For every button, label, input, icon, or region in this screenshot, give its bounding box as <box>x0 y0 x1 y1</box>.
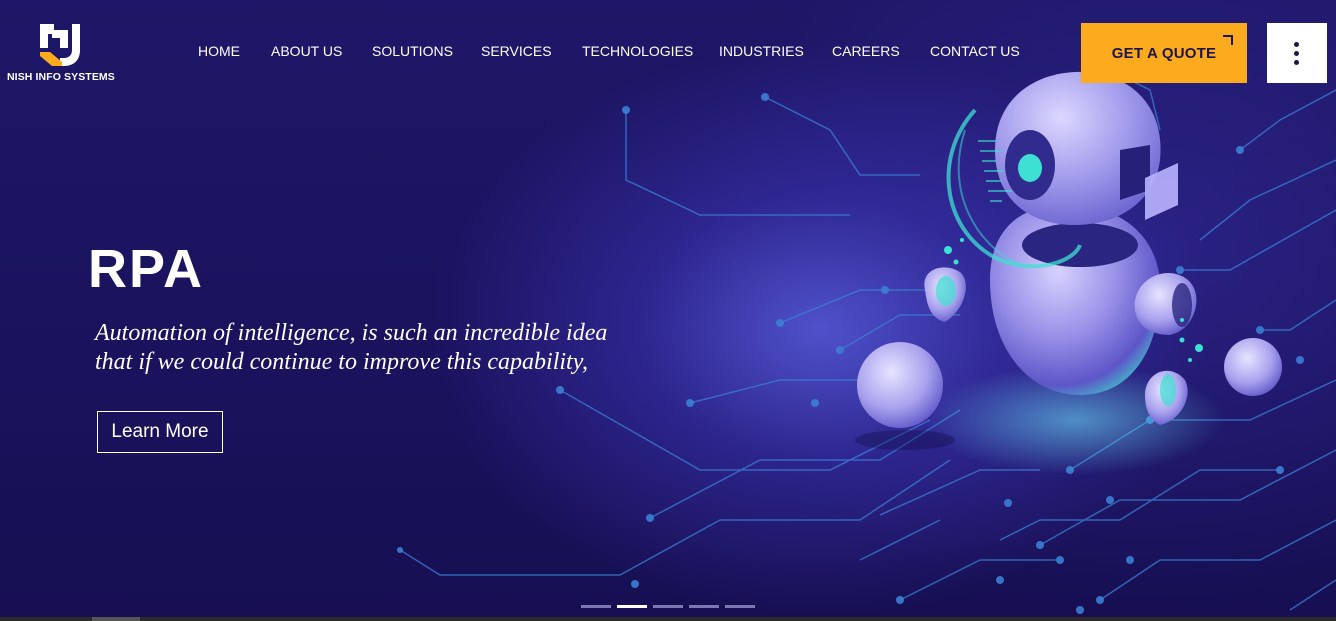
slide-title: RPA <box>88 239 205 299</box>
nav-solutions[interactable]: SOLUTIONS <box>372 43 453 59</box>
nav-careers[interactable]: CAREERS <box>832 43 900 59</box>
learn-more-button[interactable]: Learn More <box>97 411 223 453</box>
robot-illustration <box>397 59 1336 614</box>
get-a-quote-label: GET A QUOTE <box>1111 44 1217 62</box>
slider-dot-1[interactable] <box>581 605 611 608</box>
slider-dot-3[interactable] <box>653 605 683 608</box>
slide-description-line-1: Automation of intelligence, is such an i… <box>95 320 608 346</box>
nav-industries[interactable]: INDUSTRIES <box>719 43 804 59</box>
slider-dot-4[interactable] <box>689 605 719 608</box>
scrollbar-thumb[interactable] <box>92 617 140 621</box>
menu-button[interactable] <box>1267 23 1327 83</box>
nav-home[interactable]: HOME <box>198 43 240 59</box>
corner-arrow-icon <box>1223 35 1233 45</box>
nish-logo-icon <box>40 24 80 66</box>
nav-contact-us[interactable]: CONTACT US <box>930 43 1020 59</box>
robot <box>855 71 1282 450</box>
get-a-quote-button[interactable]: GET A QUOTE <box>1081 23 1247 83</box>
vertical-dots-icon <box>1294 42 1300 66</box>
brand-logo[interactable]: NISH INFO SYSTEMS <box>6 22 126 83</box>
nav-services[interactable]: SERVICES <box>481 43 552 59</box>
slide-description: Automation of intelligence, is such an i… <box>95 319 695 377</box>
horizontal-scrollbar[interactable] <box>0 617 1336 621</box>
brand-name: NISH INFO SYSTEMS <box>7 71 115 83</box>
slider-dot-5[interactable] <box>725 605 755 608</box>
slider-dot-2[interactable] <box>617 605 647 608</box>
nav-about-us[interactable]: ABOUT US <box>271 43 342 59</box>
slide-description-line-2: that if we could continue to improve thi… <box>95 349 589 375</box>
nav-technologies[interactable]: TECHNOLOGIES <box>582 43 693 59</box>
